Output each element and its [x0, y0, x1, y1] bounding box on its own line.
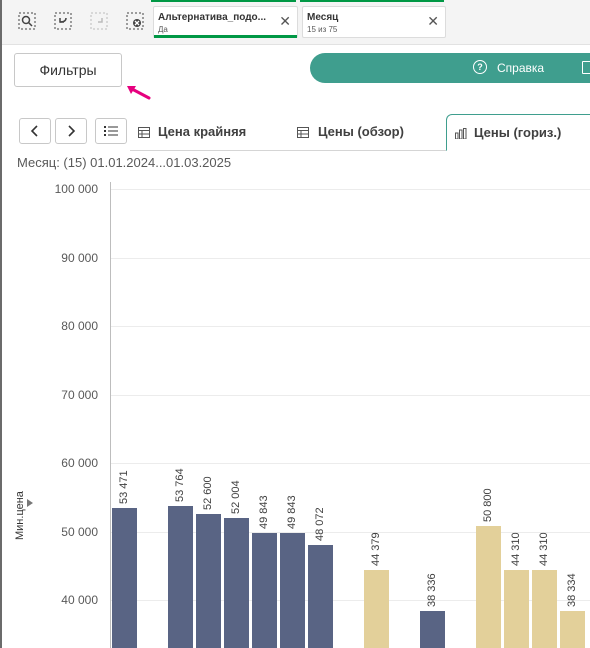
- y-tick-label: 80 000: [61, 319, 98, 333]
- y-tick-label: 60 000: [61, 456, 98, 470]
- chart-bar[interactable]: [112, 507, 137, 648]
- bar-value-label: 50 800: [482, 488, 494, 523]
- bar-value-label: 44 310: [510, 532, 522, 567]
- chart-bar[interactable]: [504, 570, 529, 648]
- bar-chart: 100 000 90 000 80 000 70 000 60 000 50 000 40 …: [0, 0, 590, 648]
- chart-bar[interactable]: [560, 611, 585, 648]
- bar-value-label: 52 004: [230, 480, 242, 514]
- bar-value-label: 53 764: [174, 468, 186, 502]
- y-tick-label: 50 000: [61, 524, 98, 539]
- chart-bar[interactable]: [196, 513, 221, 648]
- chart-bar[interactable]: [280, 532, 305, 648]
- gridline: [111, 257, 590, 259]
- chart-bar[interactable]: [168, 505, 193, 648]
- chart-bar[interactable]: [252, 532, 277, 648]
- y-tick-label: 40 000: [61, 593, 98, 607]
- gridline: [111, 463, 590, 464]
- y-axis-line: [110, 182, 111, 648]
- bar-value-label: 49 843: [258, 494, 270, 529]
- chart-bar[interactable]: [364, 570, 389, 648]
- bar-value-label: 38 336: [426, 573, 438, 608]
- bar-value-label: 44 310: [538, 532, 550, 567]
- gridline: [111, 326, 590, 327]
- bar-value-label: 48 072: [314, 507, 326, 541]
- axis-toggle-icon[interactable]: [27, 499, 33, 507]
- bar-value-label: 44 379: [370, 532, 382, 566]
- bar-value-label: 49 843: [286, 494, 298, 529]
- chart-bar[interactable]: [308, 544, 333, 648]
- chart-bar[interactable]: [224, 517, 249, 648]
- y-tick-label: 100 000: [54, 182, 98, 196]
- gridline: [111, 189, 590, 190]
- y-tick-label: 70 000: [61, 387, 98, 402]
- y-tick-label: 90 000: [61, 250, 98, 265]
- chart-bar[interactable]: [532, 570, 557, 648]
- bar-value-label: 52 600: [202, 476, 214, 510]
- y-axis-label: Мин.цена: [14, 491, 26, 540]
- gridline: [111, 394, 590, 396]
- chart-bar[interactable]: [476, 526, 501, 648]
- bar-value-label: 53 471: [118, 470, 130, 504]
- bar-value-label: 38 334: [566, 573, 578, 608]
- chart-bar[interactable]: [420, 611, 445, 648]
